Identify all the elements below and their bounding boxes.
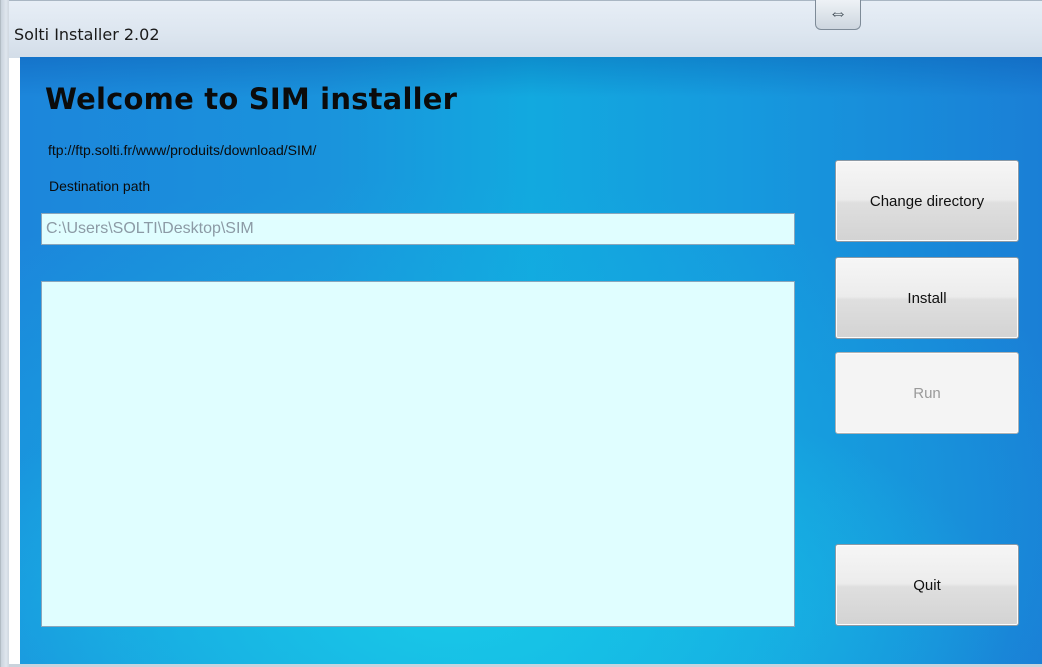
log-output-area[interactable]: [41, 281, 795, 627]
destination-path-label: Destination path: [49, 178, 151, 194]
installer-window: Solti Installer 2.02 ⇔ Welcome to SIM in…: [0, 0, 1042, 667]
window-left-border: [0, 0, 9, 667]
change-directory-button[interactable]: Change directory: [835, 160, 1019, 242]
client-area: Welcome to SIM installer ftp://ftp.solti…: [20, 57, 1042, 667]
quit-button[interactable]: Quit: [835, 544, 1019, 626]
ftp-url-label: ftp://ftp.solti.fr/www/produits/download…: [48, 142, 317, 158]
title-bar[interactable]: Solti Installer 2.02: [9, 0, 1042, 58]
resize-horizontal-icon[interactable]: ⇔: [815, 0, 861, 30]
destination-path-input[interactable]: [41, 213, 795, 245]
window-title: Solti Installer 2.02: [14, 25, 160, 44]
install-button[interactable]: Install: [835, 257, 1019, 339]
page-title: Welcome to SIM installer: [45, 82, 458, 116]
run-button[interactable]: Run: [835, 352, 1019, 434]
